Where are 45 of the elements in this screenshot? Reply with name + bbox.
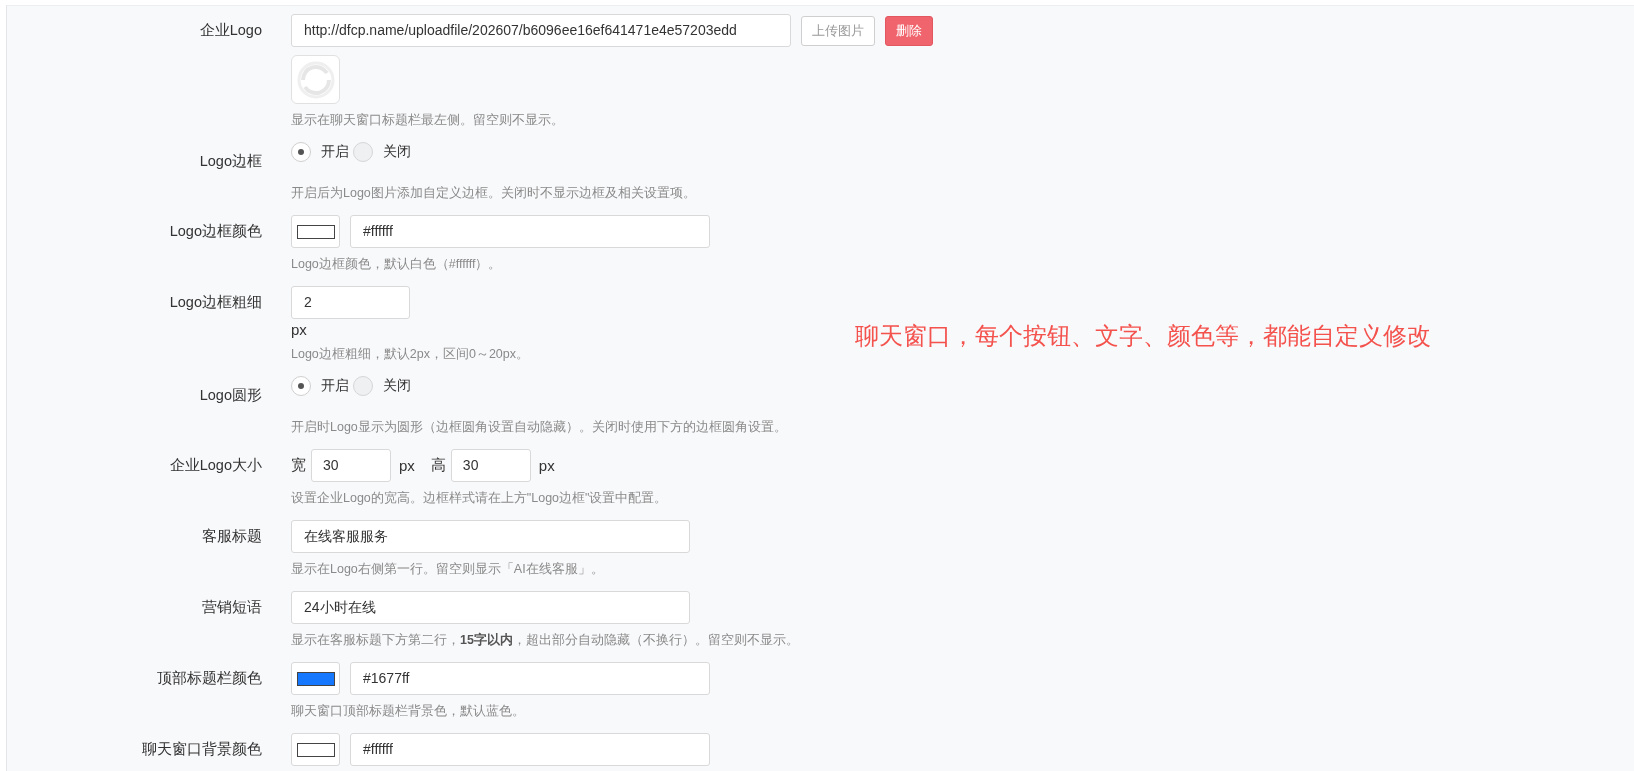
field-label: 企业Logo大小 [168,456,262,475]
color-picker-button[interactable] [291,215,340,248]
radio-label[interactable]: 开启 [321,143,349,161]
field-label: 企业Logo [198,21,262,40]
field-label: 客服标题 [201,527,262,546]
dimension-label: 宽 [291,456,306,475]
unit-label: px [399,457,415,474]
color-field[interactable]: #ffffff [350,215,710,248]
field-label: Logo圆形 [198,386,262,405]
number-field[interactable]: 30 [450,449,531,482]
help-text: 开启时Logo显示为圆形（边框圆角设置自动隐藏）。关闭时使用下方的边框圆角设置。 [291,419,787,436]
help-text: 显示在客服标题下方第二行，15字以内，超出部分自动隐藏（不换行）。留空则不显示。 [291,631,799,649]
dimension-label: 高 [430,456,446,475]
radio-label[interactable]: 关闭 [383,143,411,161]
field-label: Logo边框 [198,152,262,171]
color-field[interactable]: #ffffff [350,733,710,766]
help-text: Logo边框颜色，默认白色（#ffffff）。 [291,256,502,273]
field-label: 顶部标题栏颜色 [156,669,262,688]
unit-label: px [538,457,555,474]
field-label: 聊天窗口背景颜色 [141,740,262,759]
text-field[interactable]: 在线客服服务 [291,520,690,553]
radio-button[interactable] [291,142,311,162]
color-field[interactable]: #1677ff [350,662,710,695]
help-text: 显示在Logo右侧第一行。留空则显示「AI在线客服」。 [291,561,604,578]
help-text: Logo边框粗细，默认2px，区间0～20px。 [291,346,530,363]
radio-button[interactable] [353,142,373,162]
field-label: Logo边框颜色 [168,222,262,241]
help-text: 显示在聊天窗口标题栏最左侧。留空则不显示。 [291,112,564,129]
radio-label[interactable]: 开启 [321,377,349,395]
field-label: 营销短语 [201,598,262,617]
color-picker-button[interactable] [291,662,340,695]
help-text: 设置企业Logo的宽高。边框样式请在上方"Logo边框"设置中配置。 [291,490,668,507]
help-text: 开启后为Logo图片添加自定义边框。关闭时不显示边框及相关设置项。 [291,185,696,202]
text-field[interactable]: 24小时在线 [291,591,690,624]
radio-button[interactable] [353,376,373,396]
color-picker-button[interactable] [291,733,340,766]
number-field[interactable]: 2 [291,286,410,319]
unit-label: px [291,320,307,340]
radio-button[interactable] [291,376,311,396]
annotation-text: 聊天窗口，每个按钮、文字、颜色等，都能自定义修改 [855,322,1431,350]
help-text: 聊天窗口顶部标题栏背景色，默认蓝色。 [291,703,525,720]
radio-label[interactable]: 关闭 [383,377,411,395]
number-field[interactable]: 30 [311,449,391,482]
url-field[interactable]: http://dfcp.name/uploadfile/202607/b6096ee16ef641471e4e57203edd [291,14,791,47]
field-label: Logo边框粗细 [168,293,262,312]
